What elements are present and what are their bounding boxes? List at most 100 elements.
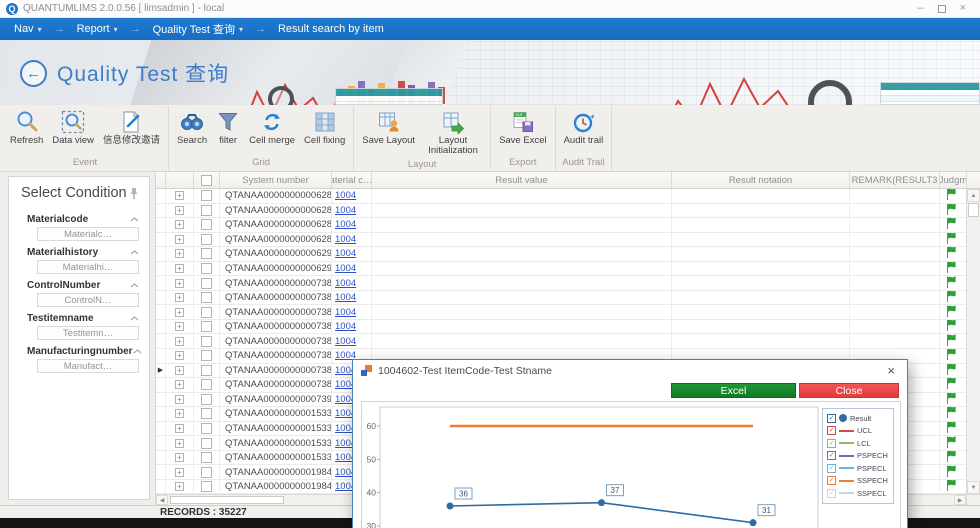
- scroll-left-icon[interactable]: ◀: [156, 495, 168, 505]
- expand-row-icon[interactable]: +: [175, 351, 184, 360]
- filter-button[interactable]: filter: [212, 108, 244, 147]
- row-checkbox[interactable]: [201, 467, 212, 478]
- expand-row-icon[interactable]: +: [175, 279, 184, 288]
- row-checkbox[interactable]: [201, 365, 212, 376]
- row-checkbox[interactable]: [201, 336, 212, 347]
- data-view-button[interactable]: Data view: [48, 108, 98, 147]
- expand-row-icon[interactable]: +: [175, 380, 184, 389]
- row-checkbox[interactable]: [201, 438, 212, 449]
- row-checkbox[interactable]: [201, 307, 212, 318]
- nav-item-quality-test[interactable]: Quality Test 查询▾: [153, 21, 243, 37]
- refresh-button[interactable]: Refresh: [6, 108, 47, 147]
- legend-checkbox-pspech[interactable]: ✓: [827, 451, 836, 460]
- row-checkbox[interactable]: [201, 481, 212, 492]
- material-code-link[interactable]: 1004: [332, 336, 356, 347]
- expand-row-icon[interactable]: +: [175, 191, 184, 200]
- row-checkbox[interactable]: [201, 452, 212, 463]
- window-close-button[interactable]: ×: [960, 3, 966, 14]
- condition-filter-input[interactable]: Materialc…: [37, 227, 139, 241]
- condition-filter-input[interactable]: ControlN…: [37, 293, 139, 307]
- column-header-material-c[interactable]: Material c…▲: [332, 172, 372, 188]
- scroll-up-icon[interactable]: ▲: [967, 189, 980, 202]
- expand-row-icon[interactable]: +: [175, 293, 184, 302]
- legend-checkbox-lcl[interactable]: ✓: [827, 439, 836, 448]
- row-checkbox[interactable]: [201, 205, 212, 216]
- row-checkbox[interactable]: [201, 423, 212, 434]
- legend-checkbox-ucl[interactable]: ✓: [827, 426, 836, 435]
- expand-row-icon[interactable]: +: [175, 322, 184, 331]
- select-all-checkbox-cell[interactable]: [194, 172, 220, 188]
- legend-checkbox-sspech[interactable]: ✓: [827, 476, 836, 485]
- row-checkbox[interactable]: [201, 278, 212, 289]
- condition-filter-input[interactable]: Testitemn…: [37, 326, 139, 340]
- column-header-judgm[interactable]: Judgm: [940, 172, 967, 188]
- row-checkbox[interactable]: [201, 219, 212, 230]
- condition-header-materialcode[interactable]: Materialcode: [25, 211, 141, 227]
- row-checkbox[interactable]: [201, 408, 212, 419]
- nav-item-result-search-by-item[interactable]: Result search by item: [278, 23, 384, 35]
- condition-header-manufacturingnumber[interactable]: Manufacturingnumber: [25, 343, 141, 359]
- audit-trail-button[interactable]: Audit trail: [560, 108, 608, 147]
- legend-checkbox-pspecl[interactable]: ✓: [827, 464, 836, 473]
- material-code-link[interactable]: 1004: [332, 263, 356, 274]
- expand-row-icon[interactable]: +: [175, 439, 184, 448]
- nav-item-nav[interactable]: Nav▾: [14, 23, 42, 35]
- scroll-down-icon[interactable]: ▼: [967, 481, 980, 494]
- condition-filter-input[interactable]: Manufact…: [37, 359, 139, 373]
- material-code-link[interactable]: 1004: [332, 278, 356, 289]
- close-button[interactable]: Close: [799, 383, 899, 398]
- material-code-link[interactable]: 1004: [332, 190, 356, 201]
- column-header-remark-result3[interactable]: REMARK(RESULT3: [850, 172, 940, 188]
- condition-header-controlnumber[interactable]: ControlNumber: [25, 277, 141, 293]
- material-code-link[interactable]: 1004: [332, 234, 356, 245]
- material-code-link[interactable]: 1004: [332, 292, 356, 303]
- material-code-link[interactable]: 1004: [332, 321, 356, 332]
- row-checkbox[interactable]: [201, 379, 212, 390]
- item-button[interactable]: 信息修改邀请: [99, 108, 164, 147]
- minimize-button[interactable]: –: [917, 3, 923, 14]
- column-header-result-value[interactable]: Result value: [372, 172, 672, 188]
- expand-row-icon[interactable]: +: [175, 206, 184, 215]
- column-header-system-number[interactable]: System number: [220, 172, 332, 188]
- expand-row-icon[interactable]: +: [175, 424, 184, 433]
- condition-header-testitemname[interactable]: Testitemname: [25, 310, 141, 326]
- expand-row-icon[interactable]: +: [175, 395, 184, 404]
- row-checkbox[interactable]: [201, 248, 212, 259]
- nav-item-report[interactable]: Report▾: [77, 23, 118, 35]
- row-checkbox[interactable]: [201, 292, 212, 303]
- expand-row-icon[interactable]: +: [175, 220, 184, 229]
- row-checkbox[interactable]: [201, 234, 212, 245]
- expand-row-icon[interactable]: +: [175, 235, 184, 244]
- column-header-result-notation[interactable]: Result notation: [672, 172, 850, 188]
- material-code-link[interactable]: 1004: [332, 219, 356, 230]
- expand-row-icon[interactable]: +: [175, 409, 184, 418]
- row-checkbox[interactable]: [201, 350, 212, 361]
- material-code-link[interactable]: 1004: [332, 248, 356, 259]
- vertical-scroll-thumb[interactable]: [968, 203, 979, 217]
- layout-initialization-button[interactable]: Layout Initialization: [420, 108, 486, 157]
- expand-row-icon[interactable]: +: [175, 337, 184, 346]
- save-excel-button[interactable]: XLSSave Excel: [495, 108, 551, 147]
- expand-row-icon[interactable]: +: [175, 308, 184, 317]
- back-button[interactable]: ←: [20, 60, 47, 87]
- condition-header-materialhistory[interactable]: Materialhistory: [25, 244, 141, 260]
- expand-row-icon[interactable]: +: [175, 468, 184, 477]
- material-code-link[interactable]: 1004: [332, 205, 356, 216]
- row-checkbox[interactable]: [201, 321, 212, 332]
- expand-row-icon[interactable]: +: [175, 482, 184, 491]
- expand-row-icon[interactable]: +: [175, 366, 184, 375]
- cell-fixing-button[interactable]: Cell fixing: [300, 108, 349, 147]
- row-checkbox[interactable]: [201, 190, 212, 201]
- vertical-scroll-track[interactable]: [967, 218, 980, 481]
- scroll-right-icon[interactable]: ▶: [954, 495, 966, 505]
- excel-button[interactable]: Excel: [671, 383, 796, 398]
- save-layout-button[interactable]: Save Layout: [358, 108, 419, 147]
- dialog-close-icon[interactable]: ×: [883, 363, 899, 378]
- material-code-link[interactable]: 1004: [332, 307, 356, 318]
- select-all-checkbox[interactable]: [201, 175, 212, 186]
- expand-row-icon[interactable]: +: [175, 249, 184, 258]
- legend-checkbox-sspecl[interactable]: ✓: [827, 489, 836, 498]
- expand-row-icon[interactable]: +: [175, 264, 184, 273]
- cell-merge-button[interactable]: Cell merge: [245, 108, 299, 147]
- row-checkbox[interactable]: [201, 263, 212, 274]
